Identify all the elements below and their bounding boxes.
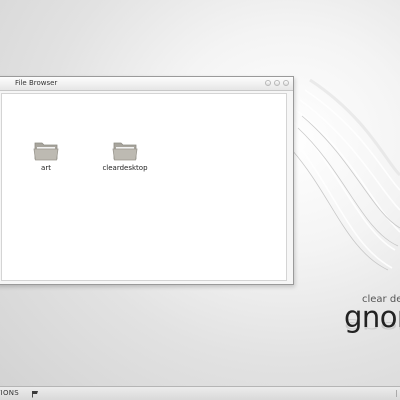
bottom-panel: TIONS [0, 386, 400, 400]
file-browser-window: File Browser art cleardesktop [0, 76, 294, 285]
window-titlebar[interactable]: File Browser [0, 77, 293, 91]
folder-item-cleardesktop[interactable]: cleardesktop [95, 138, 155, 172]
branding-logo-reflection: gnor [344, 318, 400, 334]
minimize-button[interactable] [265, 80, 271, 86]
flag-icon[interactable] [31, 390, 39, 398]
file-view[interactable]: art cleardesktop [1, 93, 287, 281]
folder-label: cleardesktop [102, 164, 148, 172]
folder-label: art [41, 164, 51, 172]
folder-icon [33, 142, 59, 161]
folder-item-art[interactable]: art [16, 138, 76, 172]
panel-separator [396, 390, 400, 397]
applications-menu[interactable]: TIONS [0, 389, 19, 397]
window-controls [265, 80, 289, 86]
folder-icon [112, 142, 138, 161]
close-button[interactable] [283, 80, 289, 86]
maximize-button[interactable] [274, 80, 280, 86]
window-title: File Browser [15, 79, 58, 87]
